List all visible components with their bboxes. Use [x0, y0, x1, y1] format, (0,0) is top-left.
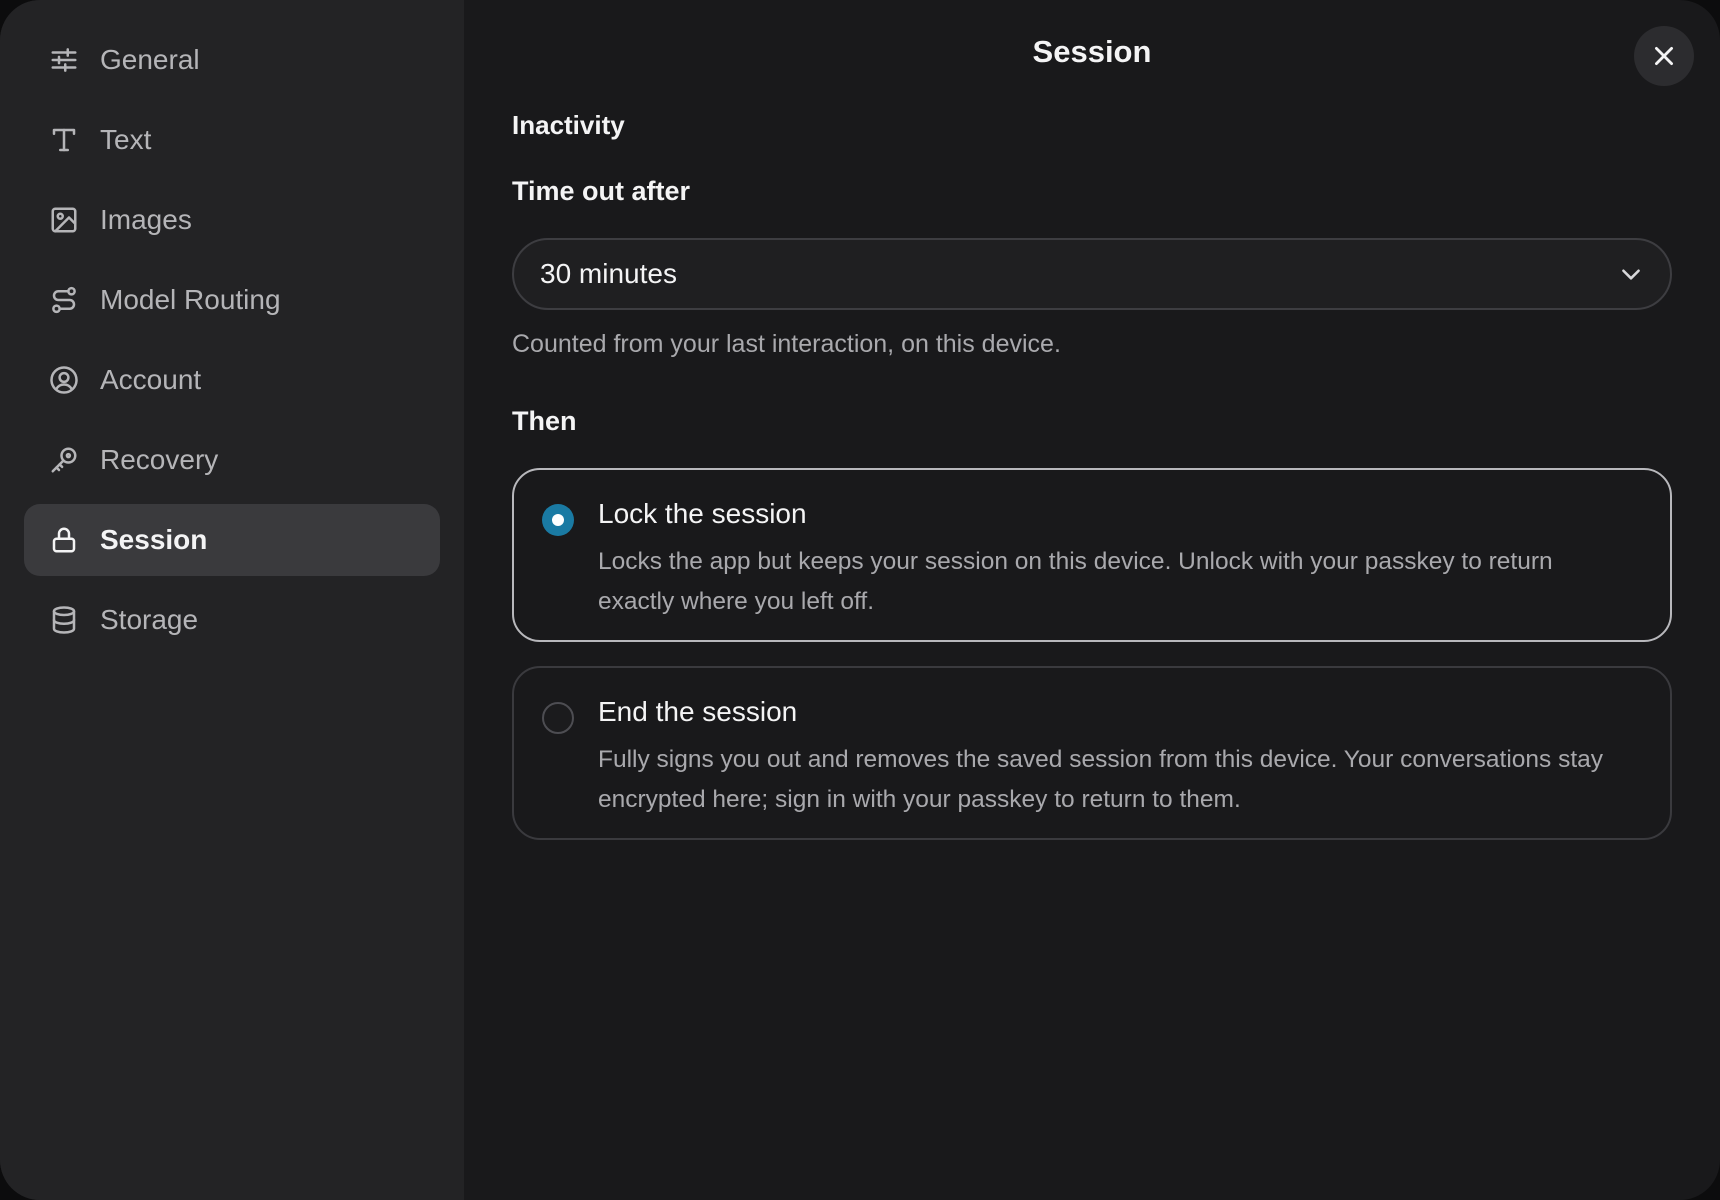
close-icon [1655, 47, 1673, 65]
section-title: Inactivity [512, 110, 625, 140]
timeout-label: Time out after [512, 176, 691, 206]
sidebar-item-text[interactable]: Text [24, 104, 440, 176]
sidebar-item-model-routing[interactable]: Model Routing [24, 264, 440, 336]
radio-end-session[interactable] [542, 702, 574, 734]
sidebar-item-label: Storage [100, 604, 199, 635]
settings-content: Session Inactivity Time out after 30 min… [464, 0, 1720, 1200]
sidebar-item-label: Account [100, 364, 202, 395]
sliders-icon [48, 44, 80, 76]
option-end-session[interactable]: End the session Fully signs you out and … [512, 666, 1672, 840]
key-icon [48, 444, 80, 476]
sidebar-item-session[interactable]: Session [24, 504, 440, 576]
option-description: Fully signs you out and removes the save… [598, 746, 1604, 813]
sidebar-item-general[interactable]: General [24, 24, 440, 96]
radio-lock-session[interactable] [542, 504, 574, 536]
text-icon [48, 124, 80, 156]
timeout-value: 30 minutes [540, 258, 677, 289]
settings-sidebar: General Text Images Model Routing Accoun… [0, 0, 464, 1200]
sidebar-item-label: Text [100, 124, 152, 155]
sidebar-item-recovery[interactable]: Recovery [24, 424, 440, 496]
settings-modal: General Text Images Model Routing Accoun… [0, 0, 1720, 1200]
timeout-select[interactable]: 30 minutes [512, 238, 1672, 310]
page-title: Session [1032, 34, 1152, 69]
chevron-down-icon [1622, 269, 1640, 280]
then-label: Then [512, 406, 577, 436]
sidebar-item-label: Recovery [100, 444, 219, 475]
option-description: Locks the app but keeps your session on … [598, 548, 1553, 615]
option-lock-session[interactable]: Lock the session Locks the app but keeps… [512, 468, 1672, 642]
database-icon [48, 604, 80, 636]
option-title: End the session [598, 696, 798, 727]
image-icon [48, 204, 80, 236]
route-icon [48, 284, 80, 316]
lock-icon [48, 524, 80, 556]
sidebar-item-storage[interactable]: Storage [24, 584, 440, 656]
sidebar-item-label: Model Routing [100, 284, 281, 315]
sidebar-item-images[interactable]: Images [24, 184, 440, 256]
user-circle-icon [48, 364, 80, 396]
sidebar-item-account[interactable]: Account [24, 344, 440, 416]
sidebar-item-label: General [100, 44, 200, 75]
close-button[interactable] [1634, 26, 1694, 86]
option-title: Lock the session [598, 498, 807, 529]
timeout-helper-text: Counted from your last interaction, on t… [512, 330, 1061, 358]
sidebar-item-label: Images [100, 204, 192, 235]
sidebar-item-label: Session [100, 524, 208, 555]
